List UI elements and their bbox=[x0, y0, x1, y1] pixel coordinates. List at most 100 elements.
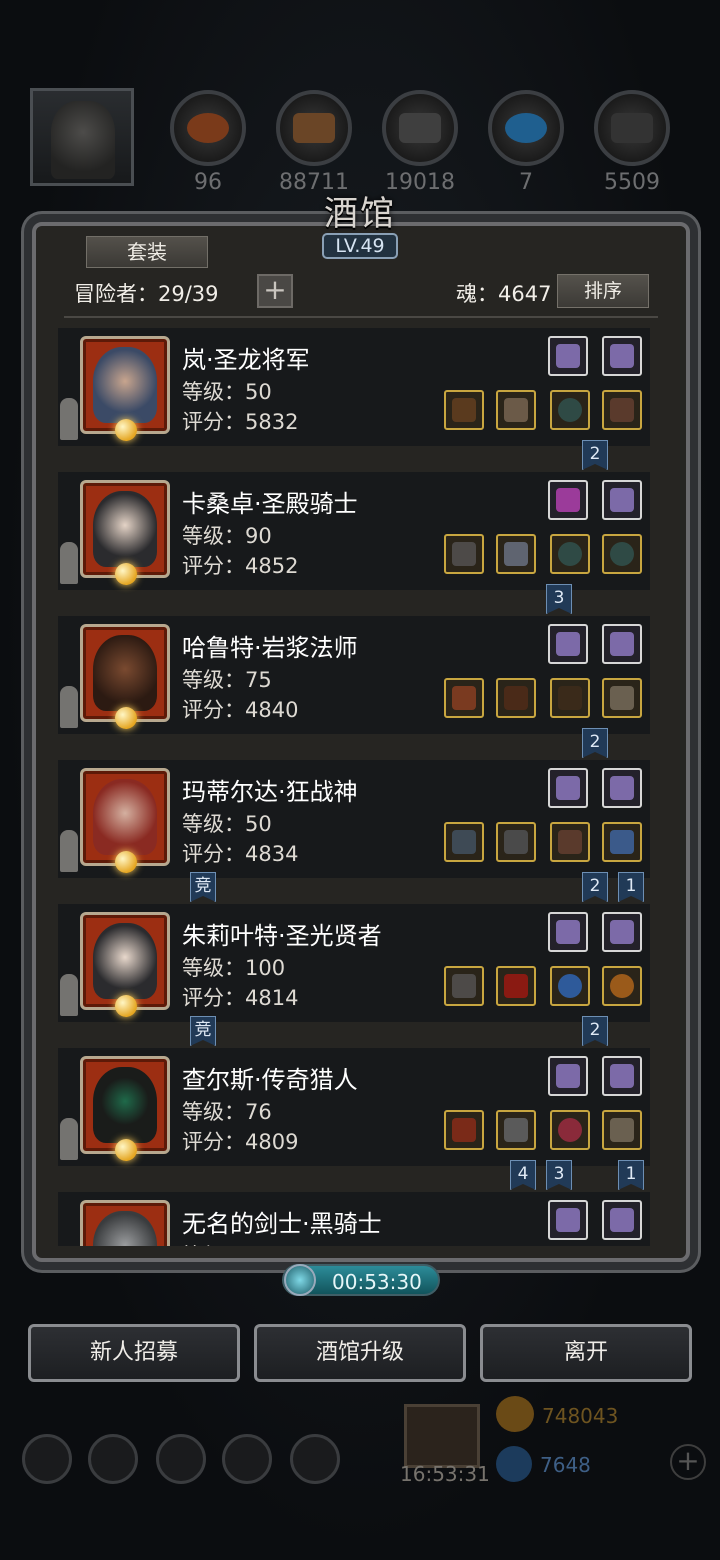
soul-gem-slot[interactable] bbox=[602, 1200, 642, 1240]
socket-tag: 1 bbox=[618, 1160, 644, 1190]
ring-slot[interactable] bbox=[550, 966, 590, 1006]
necklace-slot[interactable] bbox=[550, 678, 590, 718]
hero-silhouette-icon bbox=[60, 830, 78, 872]
tavern-level-badge: LV.49 bbox=[322, 233, 398, 259]
accessory-slot[interactable] bbox=[550, 822, 590, 862]
add-slot-button[interactable]: + bbox=[257, 274, 293, 308]
weapon-slot[interactable] bbox=[444, 822, 484, 862]
gold-icon bbox=[496, 1396, 534, 1432]
meat-resource-icon[interactable] bbox=[170, 90, 246, 166]
gloves-slot[interactable] bbox=[602, 678, 642, 718]
set-equipment-tab[interactable]: 套装 bbox=[86, 236, 208, 268]
hero-name: 哈鲁特·岩浆法师 bbox=[182, 634, 358, 662]
gloves-slot[interactable] bbox=[602, 1110, 642, 1150]
soul-gem-slot[interactable] bbox=[602, 480, 642, 520]
moon-icon bbox=[115, 851, 137, 873]
weapon-slot[interactable] bbox=[444, 534, 484, 574]
hero-name: 查尔斯·传奇猎人 bbox=[182, 1066, 358, 1094]
soul-gem-slot[interactable] bbox=[602, 336, 642, 376]
accessory-slot[interactable] bbox=[602, 390, 642, 430]
soul-gem-slot[interactable] bbox=[602, 1056, 642, 1096]
soul-gem-slot[interactable] bbox=[548, 336, 588, 376]
leave-button[interactable]: 离开 bbox=[480, 1324, 692, 1382]
socket-tag: 4 bbox=[510, 1160, 536, 1190]
tavern-refresh-timer: 00:53:30 bbox=[282, 1264, 440, 1296]
hero-score: 评分：4834 bbox=[182, 842, 299, 866]
wood-resource-icon[interactable] bbox=[276, 90, 352, 166]
soul-gem-slot[interactable] bbox=[602, 624, 642, 664]
achievement-icon[interactable] bbox=[88, 1434, 138, 1484]
weapon-slot[interactable] bbox=[444, 390, 484, 430]
hero-score: 评分：4852 bbox=[182, 554, 299, 578]
weapon-slot[interactable] bbox=[444, 966, 484, 1006]
soul-gem-slot[interactable] bbox=[602, 912, 642, 952]
recruit-button[interactable]: 新人招募 bbox=[28, 1324, 240, 1382]
chest-timer: 16:53:31 bbox=[400, 1462, 490, 1486]
ring-slot[interactable] bbox=[602, 534, 642, 574]
hero-portrait[interactable] bbox=[80, 480, 170, 585]
iron-resource-icon[interactable] bbox=[594, 90, 670, 166]
sort-button[interactable]: 排序 bbox=[557, 274, 649, 308]
armor-slot[interactable] bbox=[496, 534, 536, 574]
hero-list[interactable]: 岚·圣龙将军 等级：50 评分：5832 2 卡桑卓·圣殿骑士 等级：90 评分… bbox=[58, 328, 658, 1246]
soul-gem-slot[interactable] bbox=[548, 768, 588, 808]
hero-portrait[interactable] bbox=[80, 768, 170, 873]
necklace-slot[interactable] bbox=[550, 1110, 590, 1150]
hero-portrait[interactable] bbox=[80, 624, 170, 729]
armor-slot[interactable] bbox=[496, 822, 536, 862]
settings-icon[interactable] bbox=[22, 1434, 72, 1484]
armor-slot[interactable] bbox=[496, 390, 536, 430]
weapon-slot[interactable] bbox=[444, 1110, 484, 1150]
ring-slot[interactable] bbox=[550, 390, 590, 430]
hero-card[interactable]: 查尔斯·传奇猎人 等级：76 评分：4809 bbox=[58, 1048, 650, 1166]
hero-level: 等级 bbox=[182, 1240, 224, 1246]
moon-icon bbox=[115, 419, 137, 441]
hero-name: 朱莉叶特·圣光贤者 bbox=[182, 922, 382, 950]
gold-amount: 748043 bbox=[542, 1404, 619, 1428]
hero-card[interactable]: 哈鲁特·岩浆法师 等级：75 评分：4840 bbox=[58, 616, 650, 734]
hero-portrait[interactable] bbox=[80, 1200, 170, 1246]
add-currency-button[interactable]: + bbox=[670, 1444, 706, 1480]
hero-score: 评分：4809 bbox=[182, 1130, 299, 1154]
hero-name: 卡桑卓·圣殿骑士 bbox=[182, 490, 358, 518]
hero-card[interactable]: 卡桑卓·圣殿骑士 等级：90 评分：4852 bbox=[58, 472, 650, 590]
stone-resource-icon[interactable] bbox=[382, 90, 458, 166]
timer-text: 00:53:30 bbox=[332, 1270, 422, 1294]
hero-silhouette-icon bbox=[60, 686, 78, 728]
hero-portrait[interactable] bbox=[80, 912, 170, 1017]
soul-gem-slot[interactable] bbox=[602, 768, 642, 808]
arena-tag: 竞 bbox=[190, 1016, 216, 1046]
soul-gem-slot[interactable] bbox=[548, 480, 588, 520]
hero-portrait[interactable] bbox=[80, 336, 170, 441]
soul-gem-slot[interactable] bbox=[548, 912, 588, 952]
upgrade-tavern-button[interactable]: 酒馆升级 bbox=[254, 1324, 466, 1382]
hero-card[interactable]: 无名的剑士·黑骑士 等级 bbox=[58, 1192, 650, 1246]
hero-level: 等级：50 bbox=[182, 812, 272, 836]
hero-card[interactable]: 朱莉叶特·圣光贤者 等级：100 评分：4814 bbox=[58, 904, 650, 1022]
weapon-slot[interactable] bbox=[444, 678, 484, 718]
soul-gem-slot[interactable] bbox=[548, 1200, 588, 1240]
hero-portrait[interactable] bbox=[80, 1056, 170, 1161]
socket-tag: 2 bbox=[582, 440, 608, 470]
mail-icon[interactable] bbox=[222, 1434, 272, 1484]
hero-card[interactable]: 玛蒂尔达·狂战神 等级：50 评分：4834 bbox=[58, 760, 650, 878]
quest-icon[interactable] bbox=[156, 1434, 206, 1484]
shop-icon[interactable] bbox=[290, 1434, 340, 1484]
ring-slot[interactable] bbox=[550, 534, 590, 574]
armor-slot[interactable] bbox=[496, 678, 536, 718]
diamond-amount: 7648 bbox=[540, 1453, 591, 1477]
soul-gem-slot[interactable] bbox=[548, 624, 588, 664]
treasure-chest-icon[interactable] bbox=[404, 1404, 480, 1468]
player-avatar[interactable] bbox=[30, 88, 134, 186]
soul-gem-slot[interactable] bbox=[548, 1056, 588, 1096]
trinket-slot[interactable] bbox=[602, 822, 642, 862]
armor-slot[interactable] bbox=[496, 1110, 536, 1150]
armor-slot[interactable] bbox=[496, 966, 536, 1006]
hero-card[interactable]: 岚·圣龙将军 等级：50 评分：5832 bbox=[58, 328, 650, 446]
hero-level: 等级：75 bbox=[182, 668, 272, 692]
hero-silhouette-icon bbox=[60, 542, 78, 584]
hero-name: 无名的剑士·黑骑士 bbox=[182, 1210, 382, 1238]
crystal-resource-icon[interactable] bbox=[488, 90, 564, 166]
ring-slot[interactable] bbox=[602, 966, 642, 1006]
socket-tag: 2 bbox=[582, 1016, 608, 1046]
